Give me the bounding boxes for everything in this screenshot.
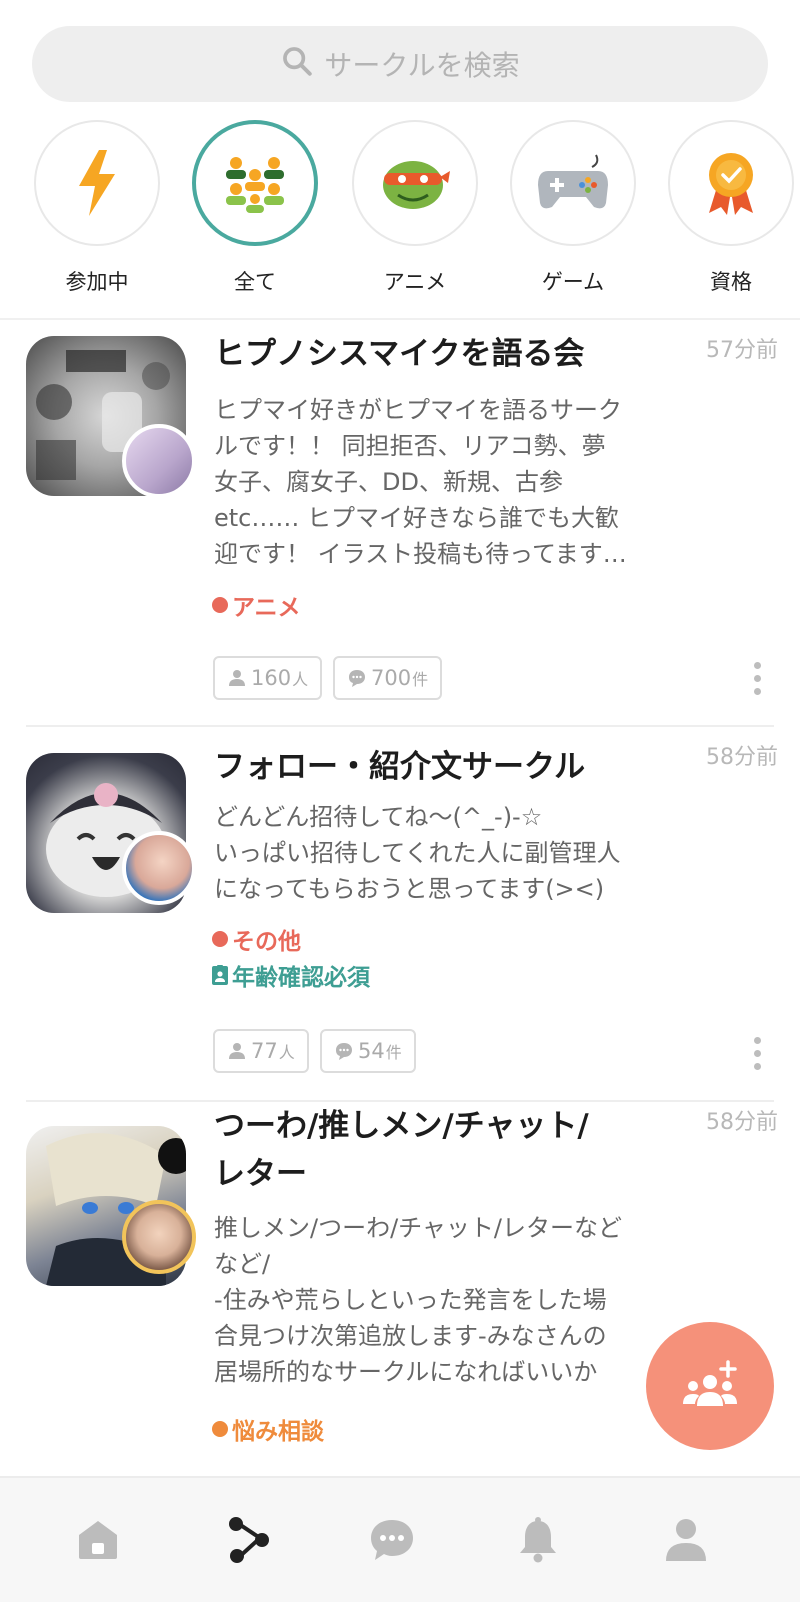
search-icon xyxy=(280,44,324,85)
bottom-nav xyxy=(0,1476,800,1602)
category-tag[interactable]: 悩み相談 xyxy=(212,1412,324,1446)
member-count-badge: 77 人 xyxy=(213,1029,309,1073)
circle-title: フォロー・紹介文サークル xyxy=(214,749,586,785)
circle-description: ヒプマイ好きがヒプマイを語るサーク ルです！！ 同担拒否、リアコ勢、夢 女子、腐… xyxy=(214,396,627,568)
member-count-badge: 160 人 xyxy=(213,656,323,700)
category-label: 全て xyxy=(234,270,276,294)
category-qualification[interactable]: 資格 xyxy=(666,120,796,296)
post-time: 58分前 xyxy=(706,1110,778,1135)
medal-icon xyxy=(668,120,794,246)
owner-avatar xyxy=(122,424,196,498)
age-check-label: 年齢確認必須 xyxy=(212,958,370,992)
gamepad-icon xyxy=(510,120,636,246)
owner-avatar xyxy=(122,831,196,905)
more-options-icon[interactable] xyxy=(754,662,762,695)
home-icon[interactable] xyxy=(68,1510,128,1570)
category-label: 資格 xyxy=(710,270,752,294)
circle-description: 推しメン/つーわ/チャット/レターなど など/ -住みや荒らしといった発言をした… xyxy=(214,1214,623,1386)
post-time: 58分前 xyxy=(706,745,778,770)
category-label: 参加中 xyxy=(65,270,129,294)
lightning-icon xyxy=(34,120,160,246)
circle-card[interactable]: ヒプノシスマイクを語る会 57分前 ヒプマイ好きがヒプマイを語るサーク ルです！… xyxy=(0,320,800,725)
id-card-icon xyxy=(212,965,228,985)
circle-description: どんどん招待してね〜(^_-)-☆ いっぱい招待してくれた人に副管理人 になって… xyxy=(214,803,621,903)
tag-dot xyxy=(212,597,228,613)
circles-icon[interactable] xyxy=(216,1510,276,1570)
group-icon xyxy=(192,120,318,246)
person-icon xyxy=(229,670,245,686)
more-options-icon[interactable] xyxy=(754,1037,762,1070)
create-circle-button[interactable] xyxy=(646,1322,774,1450)
tag-dot xyxy=(212,1421,228,1437)
category-label: ゲーム xyxy=(541,270,605,294)
category-tag[interactable]: アニメ xyxy=(212,588,301,622)
comment-icon xyxy=(336,1043,352,1060)
category-tag[interactable]: その他 xyxy=(212,922,301,956)
category-joined[interactable]: 参加中 xyxy=(32,120,162,296)
circle-title: つーわ/推しメン/チャット/ レター xyxy=(214,1108,589,1192)
category-row: 参加中 全て アニメ ゲーム 資格 xyxy=(0,118,800,308)
circle-card[interactable]: フォロー・紹介文サークル 58分前 どんどん招待してね〜(^_-)-☆ いっぱい… xyxy=(0,727,800,1100)
post-time: 57分前 xyxy=(706,338,778,363)
post-count-badge: 54 件 xyxy=(320,1029,416,1073)
owner-avatar xyxy=(122,1200,196,1274)
search-placeholder: サークルを検索 xyxy=(324,49,520,82)
add-group-icon xyxy=(683,1360,737,1406)
category-label: アニメ xyxy=(383,270,447,294)
bell-icon[interactable] xyxy=(508,1510,568,1570)
tag-dot xyxy=(212,931,228,947)
chat-icon[interactable] xyxy=(362,1510,422,1570)
post-count-badge: 700 件 xyxy=(333,656,443,700)
profile-icon[interactable] xyxy=(656,1510,716,1570)
category-all[interactable]: 全て xyxy=(190,120,320,296)
category-game[interactable]: ゲーム xyxy=(508,120,638,296)
search-input[interactable]: サークルを検索 xyxy=(32,26,768,102)
person-icon xyxy=(229,1043,245,1059)
category-anime[interactable]: アニメ xyxy=(350,120,480,296)
circle-title: ヒプノシスマイクを語る会 xyxy=(214,336,585,372)
comment-icon xyxy=(349,670,365,687)
ninja-turtle-icon xyxy=(352,120,478,246)
